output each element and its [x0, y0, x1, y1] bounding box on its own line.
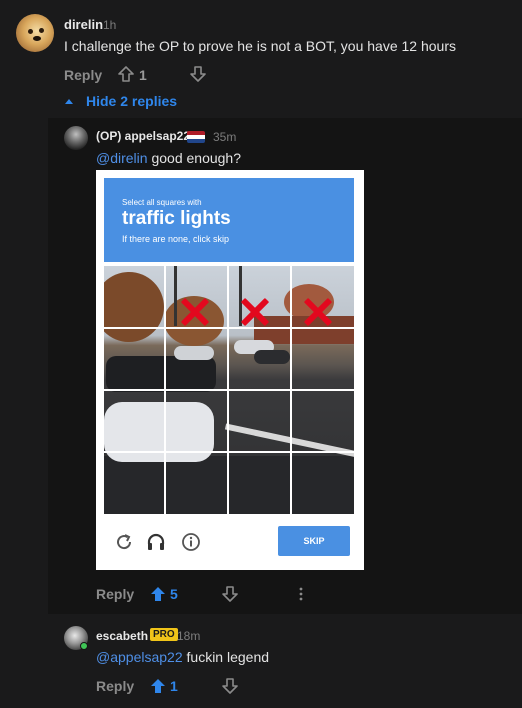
- red-x-mark: [180, 297, 210, 327]
- more-options-icon[interactable]: [298, 587, 304, 601]
- skip-button[interactable]: SKIP: [278, 526, 350, 556]
- reply-text: fuckin legend: [186, 649, 270, 665]
- avatar[interactable]: [16, 14, 54, 52]
- reply-time: 35m: [213, 130, 237, 144]
- reply-button[interactable]: Reply: [64, 67, 102, 83]
- pro-badge: PRO: [150, 628, 178, 641]
- red-x-mark: [303, 297, 333, 327]
- upvote-icon[interactable]: [118, 66, 134, 82]
- avatar[interactable]: [64, 126, 88, 150]
- reply-button[interactable]: Reply: [96, 678, 134, 694]
- vote-count: 1: [170, 678, 178, 694]
- captcha-target: traffic lights: [122, 208, 231, 229]
- reply-body: @direlin good enough?: [96, 150, 241, 166]
- mention-link[interactable]: @direlin: [96, 150, 148, 166]
- refresh-icon[interactable]: [114, 532, 134, 552]
- reply-text: good enough?: [151, 150, 242, 166]
- vote-count: 1: [139, 67, 147, 83]
- chevron-up-icon[interactable]: [64, 97, 74, 105]
- reply-button[interactable]: Reply: [96, 586, 134, 602]
- comment-username[interactable]: direlin: [64, 17, 103, 32]
- upvote-icon[interactable]: [150, 586, 166, 602]
- captcha-photo: [104, 266, 354, 514]
- reply-username[interactable]: (OP) appelsap22: [96, 129, 190, 143]
- captcha-instruction: Select all squares with: [122, 198, 202, 207]
- headphones-icon[interactable]: [146, 532, 166, 552]
- downvote-icon[interactable]: [222, 678, 238, 694]
- info-icon[interactable]: [181, 532, 201, 552]
- captcha-hint: If there are none, click skip: [122, 234, 230, 244]
- netherlands-flag-icon: [187, 131, 205, 143]
- downvote-icon[interactable]: [222, 586, 238, 602]
- captcha-header: Select all squares with traffic lights I…: [104, 178, 354, 262]
- upvote-icon[interactable]: [150, 678, 166, 694]
- reply-username[interactable]: escabeth: [96, 629, 148, 643]
- reply-time: 18m: [177, 629, 201, 643]
- downvote-icon[interactable]: [190, 66, 206, 82]
- mention-link[interactable]: @appelsap22: [96, 649, 183, 665]
- comment-body: I challenge the OP to prove he is not a …: [64, 38, 456, 54]
- hide-replies-button[interactable]: Hide 2 replies: [86, 93, 177, 109]
- vote-count: 5: [170, 586, 178, 602]
- online-status-icon: [80, 642, 88, 650]
- red-x-mark: [240, 297, 270, 327]
- reply-body: @appelsap22 fuckin legend: [96, 649, 269, 665]
- comment-time: 1h: [103, 18, 117, 32]
